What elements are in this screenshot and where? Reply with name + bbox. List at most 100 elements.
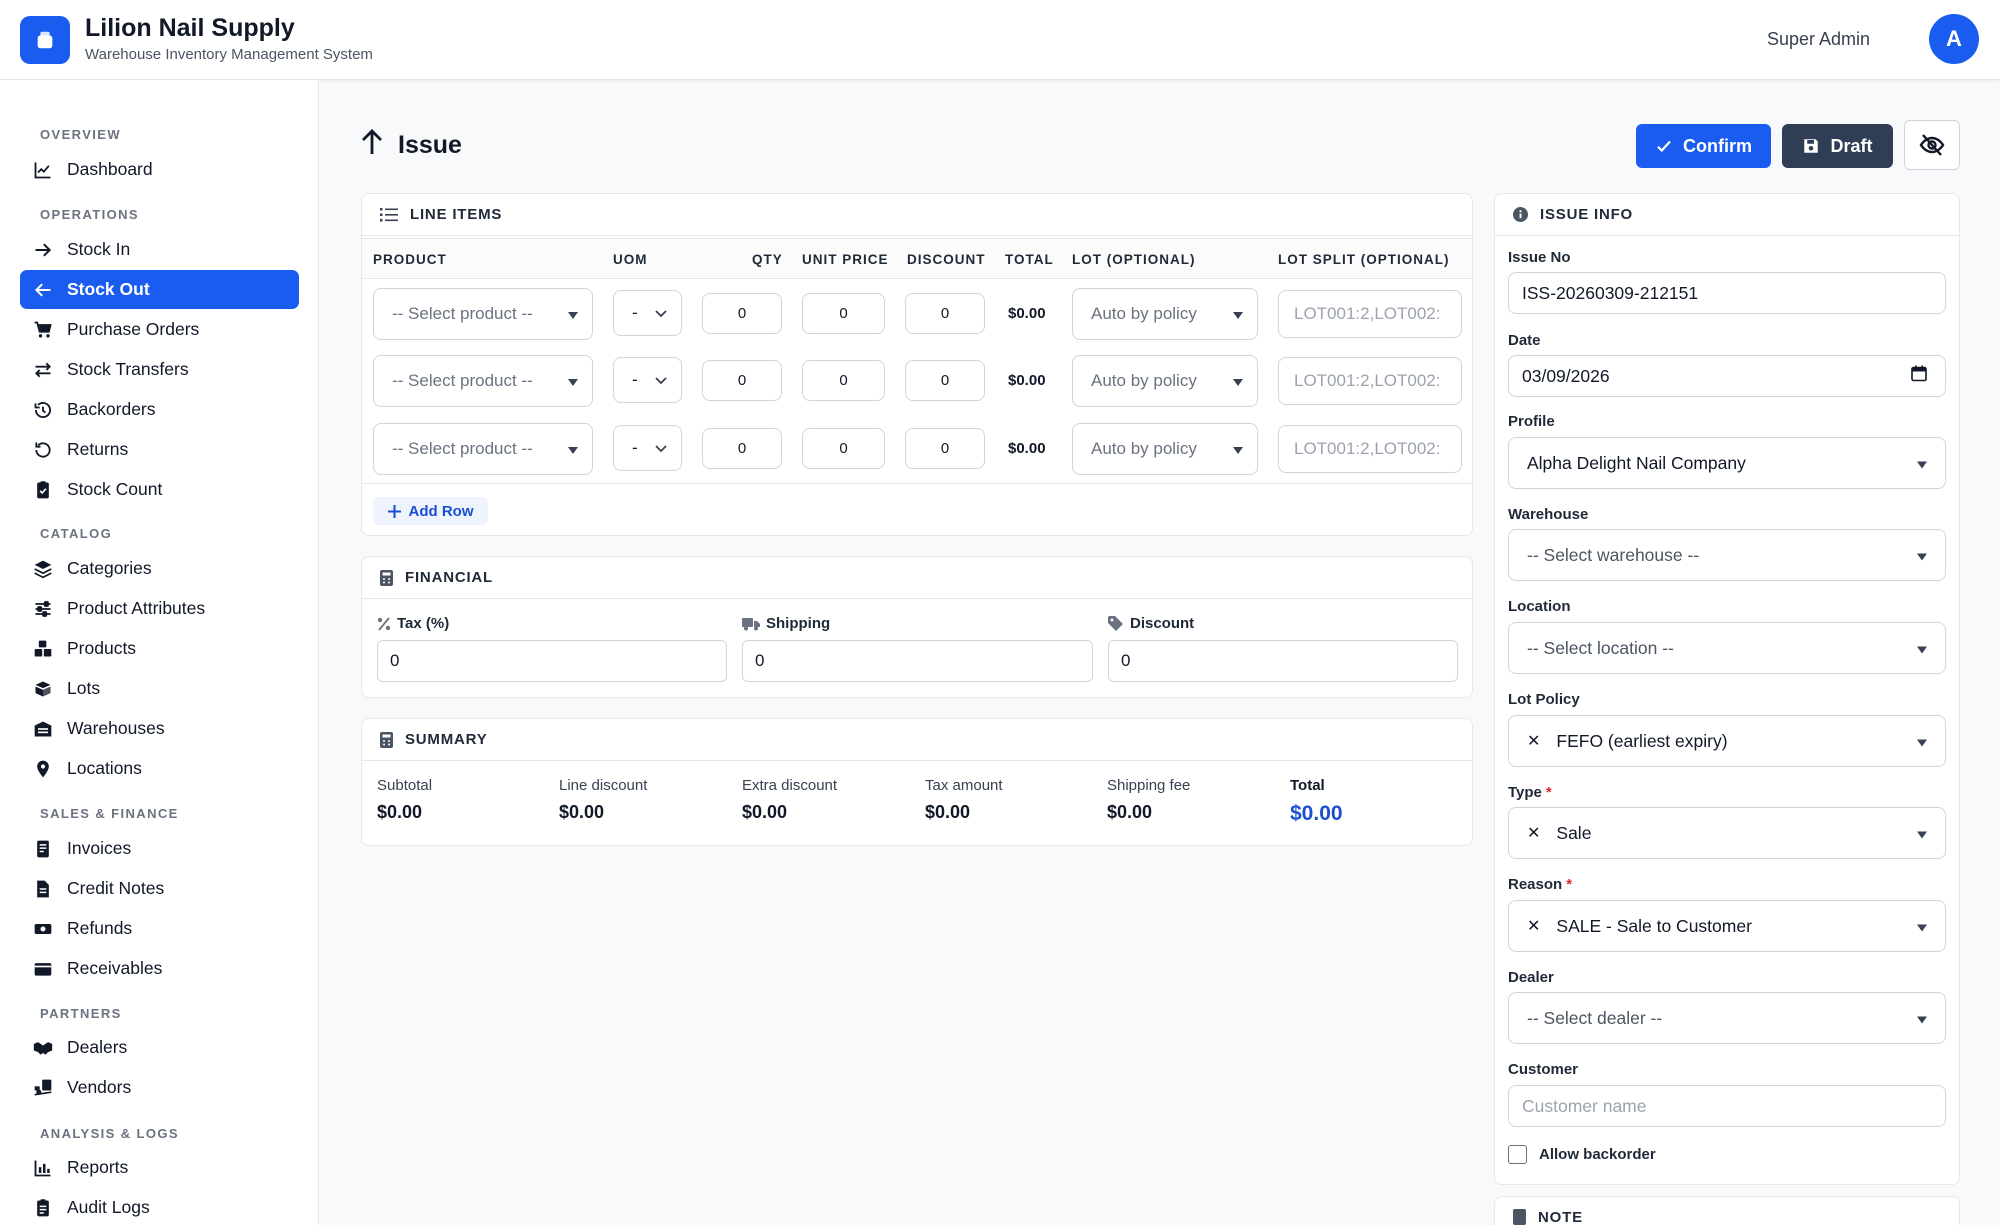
sidebar-item-products[interactable]: Products — [20, 629, 299, 668]
swap-arrows-icon — [32, 359, 54, 381]
sidebar-item-label: Dashboard — [67, 159, 153, 179]
sidebar-item-lots[interactable]: Lots — [20, 669, 299, 708]
discount-input[interactable]: 0 — [905, 428, 985, 469]
product-select[interactable]: -- Select product -- — [373, 423, 593, 475]
allow-backorder-checkbox[interactable] — [1508, 1145, 1527, 1164]
clipboard-check-icon — [32, 479, 54, 501]
lot-split-input[interactable]: LOT001:2,LOT002: — [1278, 357, 1462, 405]
caret-down-icon — [1917, 545, 1927, 566]
confirm-button[interactable]: Confirm — [1636, 124, 1771, 168]
product-select[interactable]: -- Select product -- — [373, 288, 593, 340]
sidebar-item-categories[interactable]: Categories — [20, 549, 299, 588]
lot-split-input[interactable]: LOT001:2,LOT002: — [1278, 290, 1462, 338]
sidebar-item-returns[interactable]: Returns — [20, 430, 299, 469]
unit-price-input[interactable]: 0 — [802, 293, 885, 334]
sliders-icon — [32, 598, 54, 620]
lot-select[interactable]: Auto by policy — [1072, 355, 1258, 407]
reason-select[interactable]: ✕ SALE - Sale to Customer — [1508, 900, 1946, 952]
discount-label: Discount — [1108, 615, 1194, 632]
avatar[interactable]: A — [1929, 14, 1979, 64]
user-name[interactable]: Super Admin — [1767, 29, 1870, 50]
dealer-select[interactable]: -- Select dealer -- — [1508, 992, 1946, 1044]
subtotal-value: $0.00 — [377, 802, 423, 822]
sidebar-item-dashboard[interactable]: Dashboard — [20, 150, 299, 189]
sidebar-item-dealers[interactable]: Dealers — [20, 1028, 299, 1067]
sidebar-item-locations[interactable]: Locations — [20, 749, 299, 788]
handshake-icon — [32, 1037, 54, 1059]
shipping-input[interactable]: 0 — [742, 640, 1093, 682]
sidebar-item-purchase-orders[interactable]: Purchase Orders — [20, 310, 299, 349]
lot-split-input[interactable]: LOT001:2,LOT002: — [1278, 425, 1462, 473]
uom-select[interactable]: - — [613, 357, 682, 403]
clear-x-icon[interactable]: ✕ — [1527, 731, 1540, 751]
warehouse-icon — [32, 718, 54, 740]
warehouse-select[interactable]: -- Select warehouse -- — [1508, 529, 1946, 581]
location-select[interactable]: -- Select location -- — [1508, 622, 1946, 674]
sidebar-item-warehouses[interactable]: Warehouses — [20, 709, 299, 748]
sidebar-item-stock-out[interactable]: Stock Out — [20, 270, 299, 309]
qty-input[interactable]: 0 — [702, 293, 782, 334]
total-value: $0.00 — [1290, 802, 1343, 825]
eye-slash-icon — [1919, 133, 1945, 157]
app-logo[interactable] — [20, 16, 70, 64]
profile-label: Profile — [1508, 413, 1555, 430]
discount-input[interactable]: 0 — [1108, 640, 1458, 682]
sidebar-item-receivables[interactable]: Receivables — [20, 949, 299, 988]
clear-x-icon[interactable]: ✕ — [1527, 823, 1540, 843]
sidebar-item-label: Invoices — [67, 838, 132, 858]
note-card: NOTE — [1494, 1196, 1960, 1225]
arrow-right-icon — [32, 239, 54, 261]
lot-select[interactable]: Auto by policy — [1072, 288, 1258, 340]
clear-x-icon[interactable]: ✕ — [1527, 916, 1540, 936]
discount-input[interactable]: 0 — [905, 293, 985, 334]
add-row-button[interactable]: Add Row — [373, 497, 488, 525]
sidebar-item-label: Categories — [67, 558, 152, 578]
percent-icon — [377, 616, 391, 631]
sidebar-item-stock-transfers[interactable]: Stock Transfers — [20, 350, 299, 389]
sidebar-item-backorders[interactable]: Backorders — [20, 390, 299, 429]
sidebar-item-label: Returns — [67, 439, 129, 459]
wallet-icon — [32, 958, 54, 980]
chart-line-icon — [32, 159, 54, 181]
sidebar-item-credit-notes[interactable]: Credit Notes — [20, 869, 299, 908]
col-header-product: PRODUCT — [373, 252, 447, 267]
profile-select[interactable]: Alpha Delight Nail Company — [1508, 437, 1946, 489]
sidebar-item-refunds[interactable]: Refunds — [20, 909, 299, 948]
sidebar-item-stock-in[interactable]: Stock In — [20, 230, 299, 269]
qty-input[interactable]: 0 — [702, 360, 782, 401]
line-total: $0.00 — [1008, 305, 1046, 322]
sidebar-item-reports[interactable]: Reports — [20, 1148, 299, 1187]
customer-input[interactable]: Customer name — [1508, 1085, 1946, 1127]
tax-input[interactable]: 0 — [377, 640, 727, 682]
caret-down-icon — [1233, 371, 1243, 391]
discount-input[interactable]: 0 — [905, 360, 985, 401]
extra-discount-value: $0.00 — [742, 802, 788, 822]
calculator-icon — [380, 569, 393, 586]
draft-button[interactable]: Draft — [1782, 124, 1893, 168]
uom-select[interactable]: - — [613, 290, 682, 336]
lot-policy-select[interactable]: ✕ FEFO (earliest expiry) — [1508, 715, 1946, 767]
info-circle-icon — [1513, 207, 1528, 222]
uom-select[interactable]: - — [613, 425, 682, 471]
toggle-visibility-button[interactable] — [1904, 120, 1960, 170]
col-header-unit-price: UNIT PRICE — [802, 252, 889, 267]
product-select[interactable]: -- Select product -- — [373, 355, 593, 407]
line-total: $0.00 — [1008, 440, 1046, 457]
truck-ramp-icon — [32, 1077, 54, 1099]
sidebar-item-stock-count[interactable]: Stock Count — [20, 470, 299, 509]
sidebar-item-product-attributes[interactable]: Product Attributes — [20, 589, 299, 628]
sidebar-item-vendors[interactable]: Vendors — [20, 1068, 299, 1107]
unit-price-input[interactable]: 0 — [802, 428, 885, 469]
map-pin-icon — [32, 758, 54, 780]
date-input[interactable]: 03/09/2026 — [1508, 355, 1946, 397]
issue-no-input[interactable]: ISS-20260309-212151 — [1508, 272, 1946, 314]
unit-price-input[interactable]: 0 — [802, 360, 885, 401]
calendar-icon[interactable] — [1911, 365, 1927, 387]
type-select[interactable]: ✕ Sale — [1508, 807, 1946, 859]
qty-input[interactable]: 0 — [702, 428, 782, 469]
sidebar-item-label: Vendors — [67, 1077, 132, 1097]
check-icon — [1655, 137, 1673, 155]
lot-select[interactable]: Auto by policy — [1072, 423, 1258, 475]
sidebar-item-invoices[interactable]: Invoices — [20, 829, 299, 868]
sidebar-item-audit-logs[interactable]: Audit Logs — [20, 1188, 299, 1225]
